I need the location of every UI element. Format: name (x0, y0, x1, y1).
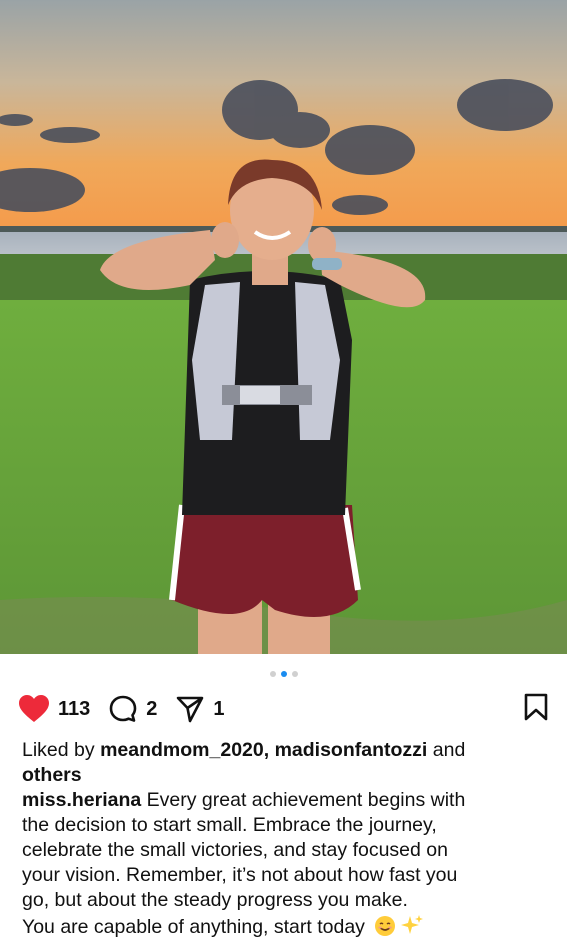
post-photo[interactable] (0, 0, 567, 654)
bookmark-icon[interactable] (523, 692, 549, 722)
liked-by-others[interactable]: others (22, 764, 82, 786)
heart-icon[interactable] (18, 694, 50, 724)
liked-by-separator: , (263, 739, 275, 761)
caption-line-5: go, but about the steady progress you ma… (22, 889, 408, 911)
liked-by-user-1[interactable]: meandmom_2020 (100, 739, 264, 761)
caption-line-1: Every great achievement begins with (141, 789, 466, 811)
comment-action[interactable]: 2 (108, 694, 157, 724)
caption-username[interactable]: miss.heriana (22, 789, 141, 811)
caption-line-3: celebrate the small victories, and stay … (22, 839, 448, 861)
comments-count: 2 (146, 697, 158, 720)
photo-illustration (0, 0, 567, 654)
post-caption-area: Liked by meandmom_2020, madisonfantozzi … (22, 738, 547, 940)
action-bar: 113 2 1 (18, 690, 549, 728)
carousel-dot-active (280, 671, 287, 677)
share-icon[interactable] (175, 694, 205, 724)
bookmark-button[interactable] (523, 692, 549, 727)
carousel-indicator (0, 669, 567, 679)
carousel-dot (291, 671, 298, 677)
liked-by-middle: and (427, 739, 466, 761)
carousel-dot (269, 671, 276, 677)
like-action[interactable]: 113 (18, 694, 90, 724)
caption-text: miss.heriana Every great achievement beg… (22, 788, 547, 940)
smile-emoji-icon (375, 916, 396, 936)
caption-line-2: the decision to start small. Embrace the… (22, 814, 437, 836)
liked-by-prefix: Liked by (22, 739, 101, 761)
likes-count: 113 (58, 697, 91, 720)
shares-count: 1 (213, 697, 225, 720)
liked-by: Liked by meandmom_2020, madisonfantozzi … (22, 738, 547, 788)
share-action[interactable]: 1 (175, 694, 225, 724)
caption-line-6: You are capable of anything, start today (22, 916, 365, 938)
sparkles-emoji-icon (401, 915, 424, 934)
liked-by-user-2[interactable]: madisonfantozzi (275, 739, 428, 761)
caption-line-4: your vision. Remember, it’s not about ho… (22, 864, 458, 886)
comment-icon[interactable] (108, 694, 138, 724)
